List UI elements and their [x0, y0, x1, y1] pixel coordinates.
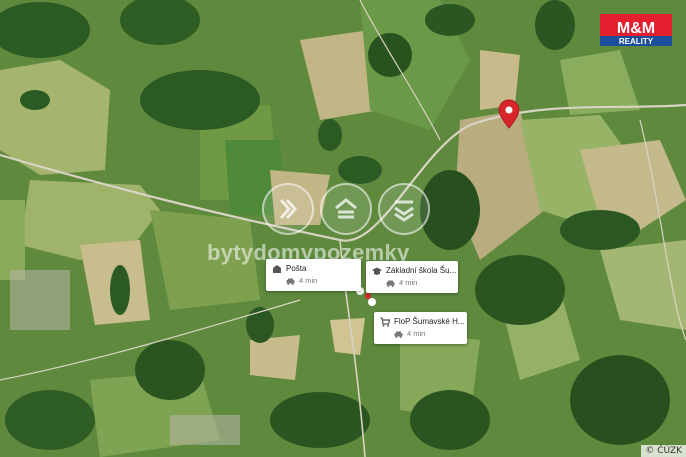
poi-name: Pošta: [286, 264, 307, 273]
poi-travel-time: 4 min: [399, 278, 418, 287]
shop-icon: [380, 317, 390, 327]
car-icon: [286, 278, 295, 285]
poi-name: Základní škola Šu...: [386, 266, 457, 275]
poi-travel-time: 4 min: [299, 276, 318, 285]
watermark-byty-icon: [262, 183, 314, 235]
school-icon: [372, 267, 382, 275]
logo-text-top: M&M: [617, 20, 655, 37]
mm-reality-logo[interactable]: M&M REALITY: [600, 14, 672, 46]
poi-card-flop[interactable]: FloP Šumavské H... 4 min: [374, 312, 467, 344]
poi-card-zakladni-skola[interactable]: Základní škola Šu... 4 min: [366, 261, 458, 293]
car-icon: [394, 331, 403, 338]
poi-card-posta[interactable]: Pošta 4 min: [266, 259, 361, 291]
map-copyright[interactable]: © ČÚZK: [641, 445, 686, 457]
poi-name: FloP Šumavské H...: [394, 317, 465, 326]
logo-text-bottom: REALITY: [619, 37, 654, 46]
watermark-pozemky-icon: [378, 183, 430, 235]
watermark-domy-icon: [320, 183, 372, 235]
poi-travel-time: 4 min: [407, 329, 426, 338]
post-office-icon: [273, 265, 281, 273]
car-icon: [386, 280, 395, 287]
watermark-icons: [262, 183, 430, 235]
location-pin-icon[interactable]: [497, 99, 521, 134]
